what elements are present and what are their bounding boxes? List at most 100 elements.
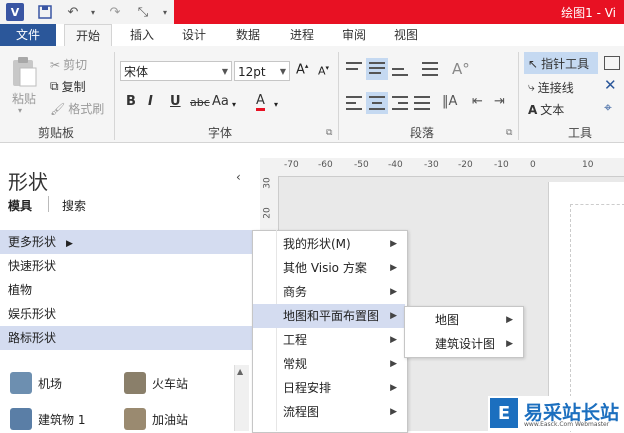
tab-stencils[interactable]: 模具 [8,197,32,214]
paste-dropdown-icon[interactable]: ▾ [18,106,22,115]
ruler-tick-label: -60 [318,160,333,170]
submenu-arrow-icon: ▶ [390,311,397,321]
text-tool-label: 文本 [540,103,565,117]
font-size-field[interactable]: 12pt ▼ [234,61,290,81]
general-item[interactable]: 常规 ▶ [253,352,405,376]
customize-qat-icon[interactable]: ▾ [156,3,174,21]
italic-button[interactable]: I [148,94,153,109]
connector-tool-button[interactable]: ⤷ 连接线 [528,79,574,96]
rectangle-tool-icon[interactable] [604,56,620,70]
paste-button[interactable]: 粘贴 [12,90,36,107]
clipboard-group-label: 剪贴板 [38,126,75,140]
font-color-button[interactable]: A [256,94,265,111]
business-item[interactable]: 商务 ▶ [253,280,405,304]
text-rotate-icon[interactable]: A° [452,60,470,78]
text-tool-button[interactable]: A 文本 [528,101,564,118]
tab-insert[interactable]: 插入 [122,24,162,46]
close-x-icon[interactable]: ✕ [604,76,617,94]
collapse-pane-icon[interactable]: ‹ [236,170,241,184]
general-label: 常规 [283,357,308,371]
train-station-icon [124,372,146,394]
change-case-dropdown-icon[interactable]: ▾ [232,100,236,109]
tab-design[interactable]: 设计 [174,24,214,46]
building-1-label: 建筑物 1 [38,412,86,427]
other-visio-solutions-item[interactable]: 其他 Visio 方案 ▶ [253,256,405,280]
tab-data[interactable]: 数据 [228,24,268,46]
change-case-button[interactable]: Aa [212,94,229,109]
document-title: 绘图1 - Vi [561,6,616,20]
pointer-tool-label: 指针工具 [541,57,590,71]
paragraph-dialog-launcher-icon[interactable]: ⧉ [506,128,512,138]
pointer-qat-icon[interactable]: ⤡ [134,3,152,21]
schedule-item[interactable]: 日程安排 ▶ [253,376,405,400]
font-name-field[interactable]: 宋体 ▼ [120,61,232,81]
plants-item[interactable]: 植物 [0,278,252,302]
font-size-dropdown-icon[interactable]: ▼ [280,62,286,82]
architectural-design-label: 建筑设计图 [435,337,496,351]
bullets-icon[interactable] [422,62,438,76]
more-shapes-item[interactable]: 更多形状 ▶ [0,230,252,254]
quick-shapes-item[interactable]: 快速形状 [0,254,252,278]
scroll-up-icon[interactable]: ▲ [237,367,243,376]
font-color-dropdown-icon[interactable]: ▾ [274,100,278,109]
underline-button[interactable]: U [170,94,181,109]
align-top-icon[interactable] [346,62,362,76]
align-middle-icon [369,62,385,74]
save-icon[interactable] [36,3,54,21]
stencil-train-station[interactable]: 火车站 [124,372,188,394]
tab-process[interactable]: 进程 [282,24,322,46]
shrink-font-icon[interactable]: A▾ [318,64,329,78]
tab-view[interactable]: 视图 [386,24,426,46]
gas-station-icon [124,408,146,430]
stencil-airport[interactable]: 机场 [10,372,62,394]
tab-divider [48,196,49,212]
submenu-arrow-icon: ▶ [390,335,397,345]
undo-icon[interactable]: ↶ [64,3,82,21]
tab-search[interactable]: 搜索 [62,197,86,214]
tab-review[interactable]: 审阅 [334,24,374,46]
format-painter-button[interactable]: 🖌 格式刷 [50,100,104,117]
text-direction-icon[interactable]: ‖A [442,94,457,109]
increase-indent-icon[interactable]: ⇥ [494,94,505,109]
align-bottom-icon[interactable] [392,62,408,76]
scissors-icon: ✂ [50,57,61,72]
flowchart-item[interactable]: 流程图 ▶ [253,400,405,424]
undo-dropdown-icon[interactable]: ▾ [84,3,102,21]
cut-button[interactable]: ✂ 剪切 [50,56,87,73]
maps-floorplans-item[interactable]: 地图和平面布置图 ▶ [253,304,405,328]
group-separator [338,52,339,140]
map-item[interactable]: 地图 ▶ [405,308,521,332]
copy-button[interactable]: ⧉ 复制 [50,78,86,95]
font-size-value: 12pt [238,65,266,79]
grow-font-icon[interactable]: A▴ [296,62,308,77]
watermark-subtext: www.Easck.Com Webmaster [524,421,610,428]
stencil-gas-station[interactable]: 加油站 [124,408,188,430]
tab-file[interactable]: 文件 [0,24,56,46]
maps-floorplans-label: 地图和平面布置图 [283,309,380,323]
stencil-building-1[interactable]: 建筑物 1 [10,408,85,430]
my-shapes-item[interactable]: 我的形状(M) ▶ [253,232,405,256]
align-left-icon[interactable] [346,96,362,110]
decrease-indent-icon[interactable]: ⇤ [472,94,483,109]
redo-icon[interactable]: ↷ [106,3,124,21]
justify-icon[interactable] [414,96,430,110]
font-dialog-launcher-icon[interactable]: ⧉ [326,128,332,138]
ruler-tick-label: -20 [458,160,473,170]
bold-button[interactable]: B [126,94,136,109]
copy-icon: ⧉ [50,79,59,93]
tab-home[interactable]: 开始 [64,24,112,48]
font-group-label: 字体 [208,126,233,140]
architectural-design-item[interactable]: 建筑设计图 ▶ [405,332,521,356]
connection-point-icon[interactable]: ⌖ [604,100,612,116]
align-right-icon[interactable] [392,96,408,110]
strikethrough-button[interactable]: abc [190,96,210,109]
entertainment-shapes-item[interactable]: 娱乐形状 [0,302,252,326]
engineering-item[interactable]: 工程 ▶ [253,328,405,352]
engineering-label: 工程 [283,333,308,347]
more-shapes-arrow-icon: ▶ [66,239,73,249]
shapes-pane-title: 形状 [8,170,48,194]
road-sign-shapes-item[interactable]: 路标形状 [0,326,252,350]
font-name-dropdown-icon[interactable]: ▼ [222,62,228,82]
paste-icon[interactable] [10,56,38,88]
airport-label: 机场 [38,376,63,391]
